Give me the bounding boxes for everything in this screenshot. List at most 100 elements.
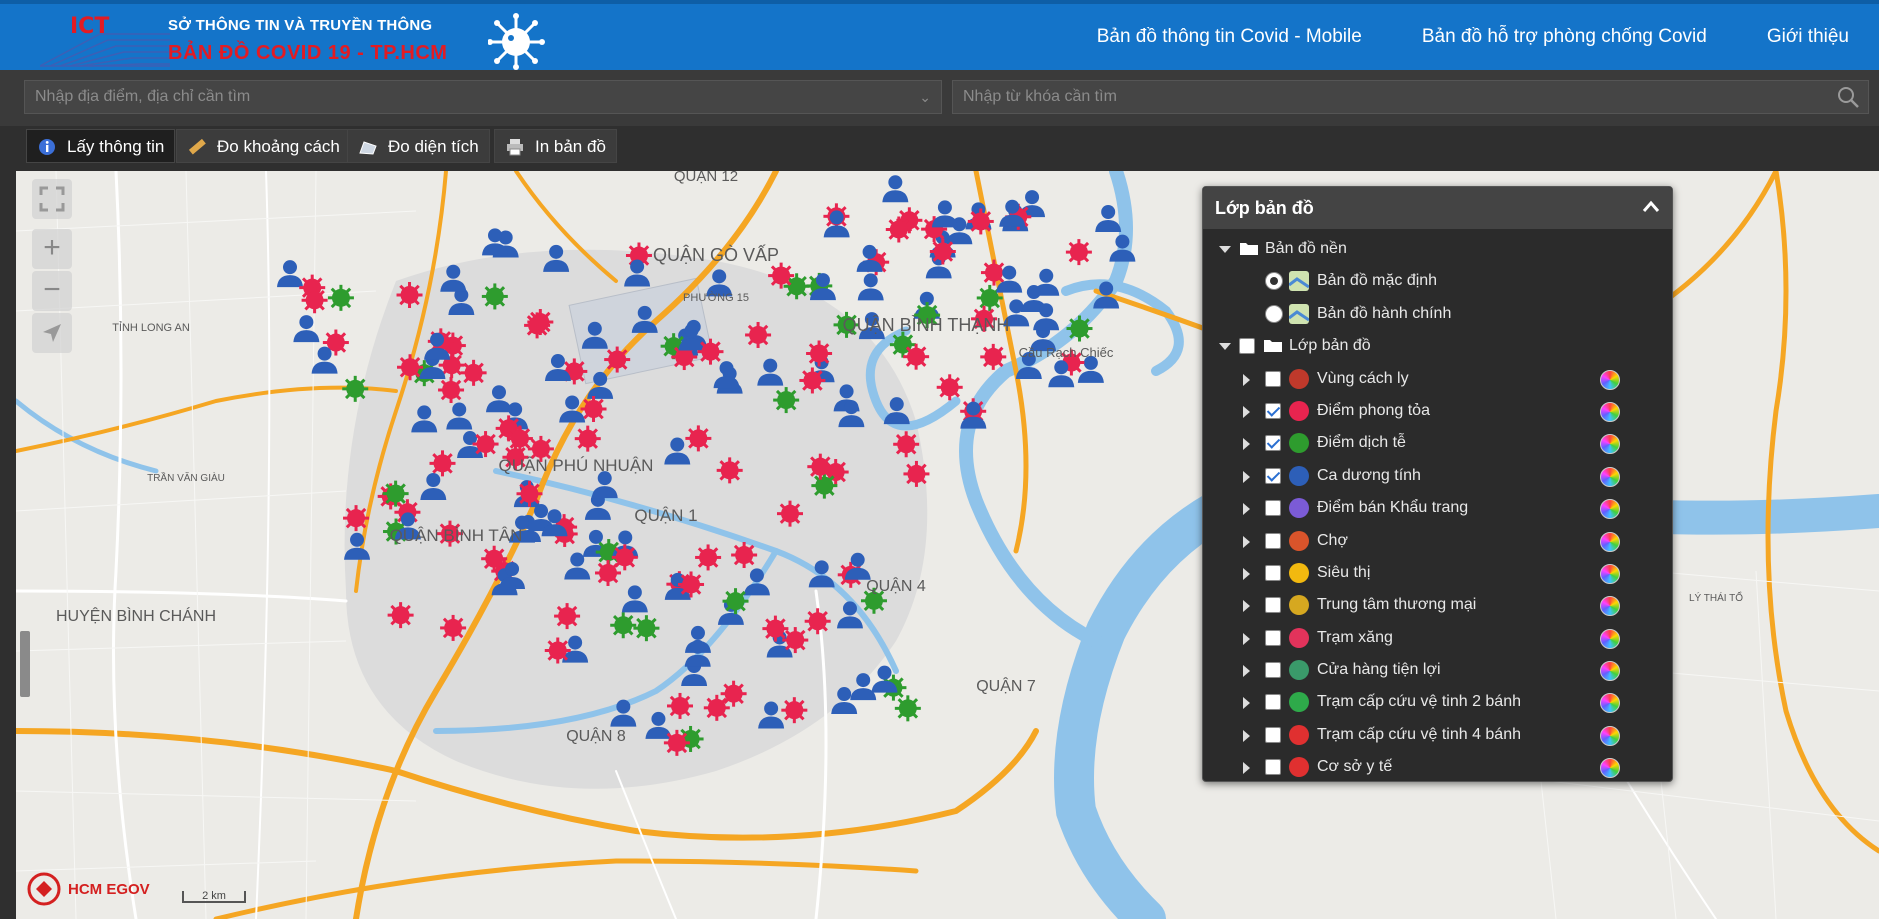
lockdown-marker[interactable] xyxy=(695,544,722,571)
lockdown-marker[interactable] xyxy=(343,505,370,532)
lockdown-marker[interactable] xyxy=(387,602,414,629)
fullscreen-button[interactable] xyxy=(32,179,72,219)
address-search-box[interactable]: ⌄ xyxy=(24,80,942,114)
lockdown-marker[interactable] xyxy=(438,377,465,404)
nav-covid-support-link[interactable]: Bản đồ hỗ trợ phòng chống Covid xyxy=(1422,26,1707,48)
layer-checkbox[interactable] xyxy=(1265,467,1281,484)
nav-about-link[interactable]: Giới thiệu xyxy=(1767,26,1849,48)
layer-row[interactable]: Trạm cấp cứu vệ tinh 4 bánh xyxy=(1203,719,1672,751)
epidemic-marker[interactable] xyxy=(382,480,409,507)
lockdown-marker[interactable] xyxy=(768,262,795,289)
caret-down-icon[interactable] xyxy=(1219,246,1231,253)
epidemic-marker[interactable] xyxy=(773,387,800,414)
layer-row[interactable]: Điểm bán Khẩu trang xyxy=(1203,492,1672,524)
address-search-input[interactable] xyxy=(35,81,931,113)
layer-checkbox[interactable] xyxy=(1265,662,1281,679)
lockdown-marker[interactable] xyxy=(929,238,956,265)
color-wheel-icon[interactable] xyxy=(1600,434,1620,455)
layer-row[interactable]: Siêu thị xyxy=(1203,557,1672,589)
caret-right-icon[interactable] xyxy=(1243,470,1250,483)
caret-right-icon[interactable] xyxy=(1243,697,1250,710)
layer-checkbox[interactable] xyxy=(1265,759,1281,776)
lockdown-marker[interactable] xyxy=(781,697,808,724)
caret-right-icon[interactable] xyxy=(1243,600,1250,613)
caret-down-icon[interactable] xyxy=(1219,343,1231,351)
layer-row[interactable]: Trạm cấp cứu vệ tinh 2 bánh xyxy=(1203,686,1672,718)
positive-case-marker[interactable] xyxy=(857,273,884,301)
positive-case-marker[interactable] xyxy=(293,315,320,343)
zoom-in-button[interactable]: + xyxy=(32,229,72,269)
caret-right-icon[interactable] xyxy=(1243,762,1250,775)
side-panel-toggle[interactable] xyxy=(20,631,30,697)
lockdown-marker[interactable] xyxy=(885,216,912,243)
layer-checkbox[interactable] xyxy=(1265,726,1281,743)
layer-row[interactable]: Trung tâm thương mại xyxy=(1203,589,1672,621)
color-wheel-icon[interactable] xyxy=(1600,531,1620,552)
ict-logo[interactable]: ICT xyxy=(40,10,170,70)
lockdown-marker[interactable] xyxy=(936,374,963,401)
lockdown-marker[interactable] xyxy=(782,627,809,654)
layer-row[interactable]: Chợ xyxy=(1203,525,1672,557)
lockdown-marker[interactable] xyxy=(777,500,804,527)
overlay-group[interactable]: Lớp bản đồ xyxy=(1203,330,1672,362)
lockdown-marker[interactable] xyxy=(697,338,724,365)
lockdown-marker[interactable] xyxy=(1065,239,1092,266)
caret-right-icon[interactable] xyxy=(1243,535,1250,548)
epidemic-marker[interactable] xyxy=(481,283,508,310)
lockdown-marker[interactable] xyxy=(604,346,631,373)
layer-row[interactable]: Ca dương tính xyxy=(1203,460,1672,492)
lockdown-marker[interactable] xyxy=(703,694,730,721)
base-map-group[interactable]: Bản đồ nền xyxy=(1203,233,1672,265)
epidemic-marker[interactable] xyxy=(722,588,749,615)
keyword-search-box[interactable] xyxy=(952,80,1869,114)
color-wheel-icon[interactable] xyxy=(1600,758,1620,779)
layer-checkbox[interactable] xyxy=(1265,564,1281,581)
egov-logo[interactable]: HCM EGOV xyxy=(26,871,150,907)
epidemic-marker[interactable] xyxy=(327,284,354,311)
caret-right-icon[interactable] xyxy=(1243,373,1250,386)
lockdown-marker[interactable] xyxy=(397,354,424,381)
layer-row[interactable]: Cơ sở y tế xyxy=(1203,751,1672,783)
lockdown-marker[interactable] xyxy=(663,729,690,756)
caret-right-icon[interactable] xyxy=(1243,405,1250,418)
overlay-group-checkbox[interactable] xyxy=(1239,338,1255,355)
lockdown-marker[interactable] xyxy=(806,340,833,367)
lockdown-marker[interactable] xyxy=(967,208,994,235)
caret-right-icon[interactable] xyxy=(1243,503,1250,516)
color-wheel-icon[interactable] xyxy=(1600,466,1620,487)
color-wheel-icon[interactable] xyxy=(1600,661,1620,682)
layer-row[interactable]: Trạm xăng xyxy=(1203,622,1672,654)
color-wheel-icon[interactable] xyxy=(1600,563,1620,584)
layer-panel-header[interactable]: Lớp bản đồ xyxy=(1203,187,1672,229)
layer-checkbox[interactable] xyxy=(1265,435,1281,452)
caret-right-icon[interactable] xyxy=(1243,438,1250,451)
color-wheel-icon[interactable] xyxy=(1600,693,1620,714)
color-wheel-icon[interactable] xyxy=(1600,725,1620,746)
nav-covid-mobile-link[interactable]: Bản đồ thông tin Covid - Mobile xyxy=(1097,26,1362,48)
lockdown-marker[interactable] xyxy=(731,542,758,569)
layer-checkbox[interactable] xyxy=(1265,597,1281,614)
epidemic-marker[interactable] xyxy=(811,472,838,499)
lockdown-marker[interactable] xyxy=(678,571,705,598)
color-wheel-icon[interactable] xyxy=(1600,401,1620,422)
lockdown-marker[interactable] xyxy=(903,460,930,487)
positive-case-marker[interactable] xyxy=(276,260,303,288)
measure-distance-button[interactable]: Đo khoảng cách xyxy=(176,129,351,163)
get-info-button[interactable]: Lấy thông tin xyxy=(26,129,176,163)
layer-checkbox[interactable] xyxy=(1265,500,1281,517)
lockdown-marker[interactable] xyxy=(716,457,743,484)
epidemic-marker[interactable] xyxy=(342,375,369,402)
lockdown-marker[interactable] xyxy=(685,425,712,452)
positive-case-marker[interactable] xyxy=(882,175,909,203)
keyword-search-input[interactable] xyxy=(963,81,1858,113)
caret-right-icon[interactable] xyxy=(1243,567,1250,580)
chevron-down-icon[interactable]: ⌄ xyxy=(919,81,931,113)
lockdown-marker[interactable] xyxy=(554,603,581,630)
lockdown-marker[interactable] xyxy=(745,321,772,348)
caret-right-icon[interactable] xyxy=(1243,729,1250,742)
layer-row[interactable]: Điểm dịch tễ xyxy=(1203,427,1672,459)
lockdown-marker[interactable] xyxy=(544,637,571,664)
lockdown-marker[interactable] xyxy=(893,431,920,458)
lockdown-marker[interactable] xyxy=(611,544,638,571)
color-wheel-icon[interactable] xyxy=(1600,628,1620,649)
